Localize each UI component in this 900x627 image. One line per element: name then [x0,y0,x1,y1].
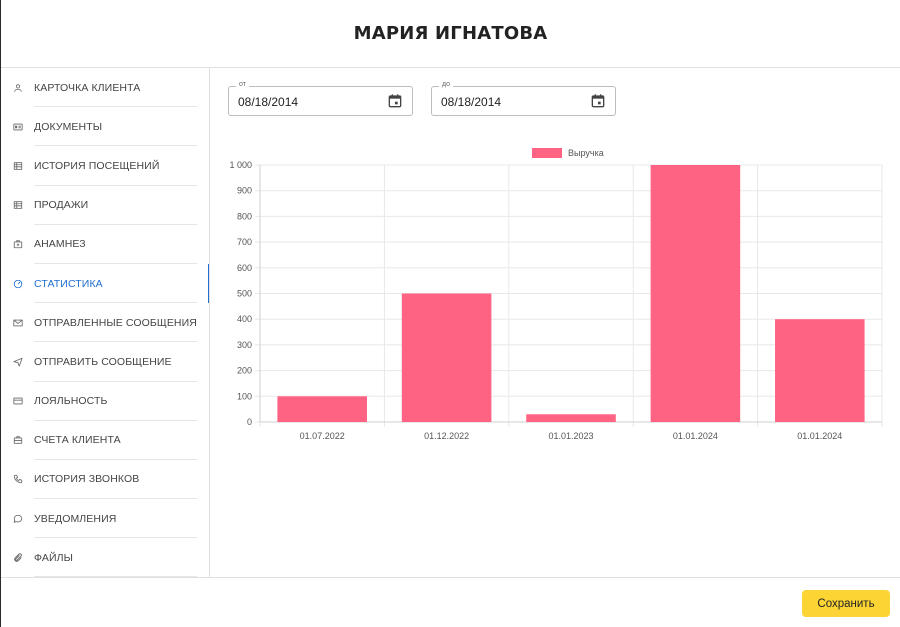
sidebar-item-label: ДОКУМЕНТЫ [34,120,103,133]
date-from-value[interactable]: 08/18/2014 [238,95,298,109]
x-tick-label: 01.01.2024 [797,431,842,441]
sidebar-item-8[interactable]: ОТПРАВИТЬ СООБЩЕНИЕ [1,342,209,382]
sidebar-item-label: УВЕДОМЛЕНИЯ [34,512,117,525]
page-title: МАРИЯ ИГНАТОВА [353,23,548,44]
bar-3 [526,414,616,422]
envelope-icon [13,318,23,328]
legend-swatch [532,148,562,158]
sidebar: КАРТОЧКА КЛИЕНТА ДОКУМЕНТЫ ИСТОРИЯ ПОСЕЩЕН… [1,68,210,578]
revenue-chart: 0 100 200 300 400 500 600 700 800 900 1 000 01.07.2… [229,148,883,441]
title-bar: МАРИЯ ИГНАТОВА [1,0,900,68]
sidebar-item-5[interactable]: АНАМНЕЗ [1,225,209,265]
paper-plane-icon [13,357,23,367]
sidebar-item-2[interactable]: ДОКУМЕНТЫ [1,107,209,147]
y-tick-label: 300 [237,340,252,350]
sidebar-item-label: АНАМНЕЗ [34,238,86,251]
y-tick-label: 200 [237,366,252,376]
sidebar-item-7[interactable]: ОТПРАВЛЕННЫЕ СООБЩЕНИЯ [1,303,209,343]
x-tick-label: 01.12.2022 [424,431,469,441]
y-tick-label: 900 [237,186,252,196]
y-tick-label: 100 [237,391,252,401]
statistics-panel: от 08/18/2014 до 08/18/2014 0 100 200 30… [210,68,900,578]
sidebar-item-12[interactable]: УВЕДОМЛЕНИЯ [1,499,209,539]
sidebar-item-13[interactable]: ФАЙЛЫ [1,538,209,578]
bar-2 [401,293,492,422]
sidebar-item-label: ФАЙЛЫ [34,551,73,564]
sidebar-item-label: КАРТОЧКА КЛИЕНТА [34,81,141,94]
y-tick-label: 400 [237,314,252,324]
sidebar-item-label: ИСТОРИЯ ПОСЕЩЕНИЙ [34,159,160,172]
sidebar-item-4[interactable]: ПРОДАЖИ [1,186,209,225]
briefcase-icon [13,435,23,445]
bar-4 [650,165,741,422]
gauge-icon [13,279,23,289]
sidebar-item-label: ЛОЯЛЬНОСТЬ [34,395,108,408]
y-tick-label: 600 [237,263,252,273]
id-card-icon [13,122,23,132]
calendar-icon[interactable] [387,93,403,109]
y-tick-label: 1 000 [229,160,252,170]
date-from-field[interactable]: от 08/18/2014 [228,81,413,116]
y-tick-label: 800 [237,211,252,221]
sidebar-item-label: ОТПРАВЛЕННЫЕ СООБЩЕНИЯ [34,316,197,329]
sidebar-item-10[interactable]: СЧЕТА КЛИЕНТА [1,421,209,461]
phone-icon [13,474,23,484]
date-to-legend: до [439,81,453,88]
x-tick-label: 01.01.2023 [548,431,593,441]
sidebar-item-label: СЧЕТА КЛИЕНТА [34,434,121,447]
y-tick-label: 0 [247,417,252,427]
table-icon [13,161,23,171]
sidebar-item-label: ОТПРАВИТЬ СООБЩЕНИЕ [34,355,172,368]
x-tick-label: 01.01.2024 [673,431,718,441]
date-from-legend: от [236,81,249,88]
y-tick-label: 500 [237,289,252,299]
bar-1 [277,396,367,422]
calendar-icon[interactable] [590,93,606,109]
sidebar-item-11[interactable]: ИСТОРИЯ ЗВОНКОВ [1,460,209,500]
table-icon [13,200,23,210]
footer: Сохранить [1,577,900,627]
date-to-value[interactable]: 08/18/2014 [441,95,501,109]
credit-card-icon [13,396,23,406]
save-button[interactable]: Сохранить [802,590,890,617]
date-to-field[interactable]: до 08/18/2014 [431,81,616,116]
user-icon [13,83,23,93]
content-area: КАРТОЧКА КЛИЕНТА ДОКУМЕНТЫ ИСТОРИЯ ПОСЕЩЕН… [1,68,900,578]
x-tick-label: 01.07.2022 [300,431,345,441]
sidebar-item-9[interactable]: ЛОЯЛЬНОСТЬ [1,382,209,421]
medical-bag-icon [13,239,23,249]
paperclip-icon [13,553,23,563]
chat-bubble-icon [13,514,23,524]
client-window: МАРИЯ ИГНАТОВА КАРТОЧКА КЛИЕНТА ДОКУМЕНТЫ… [0,0,900,627]
sidebar-item-6[interactable]: СТАТИСТИКА [1,263,209,304]
sidebar-item-label: ИСТОРИЯ ЗВОНКОВ [34,473,140,486]
bar-5 [775,319,865,422]
sidebar-item-3[interactable]: ИСТОРИЯ ПОСЕЩЕНИЙ [1,146,209,186]
y-tick-label: 700 [237,237,252,247]
sidebar-item-label: ПРОДАЖИ [34,199,89,212]
legend-label: Выручка [568,148,604,158]
sidebar-item-1[interactable]: КАРТОЧКА КЛИЕНТА [1,68,209,108]
sidebar-item-label: СТАТИСТИКА [34,277,103,290]
